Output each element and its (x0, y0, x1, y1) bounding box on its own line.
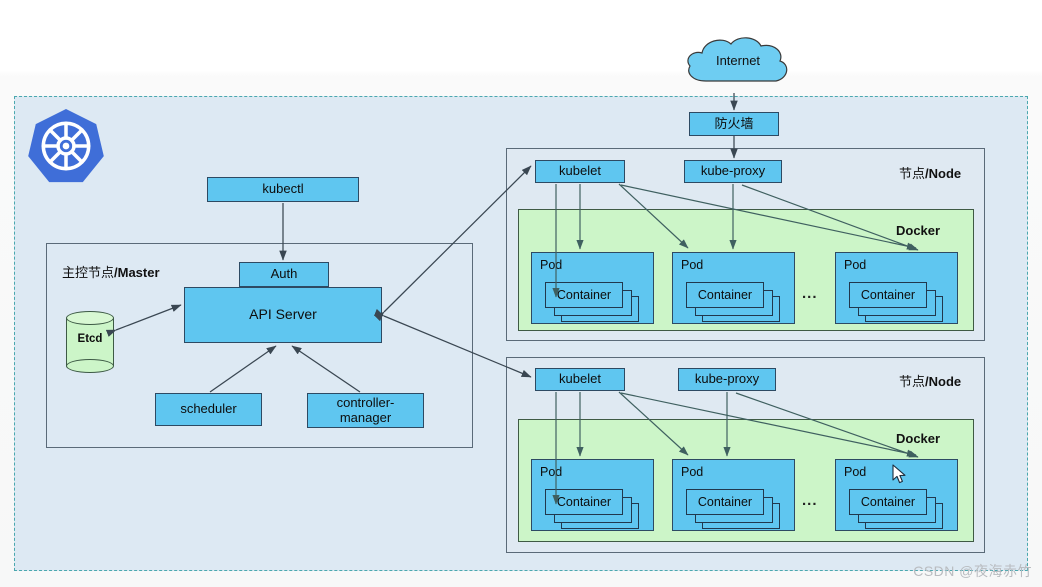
auth-label: Auth (270, 266, 298, 282)
node-1-pod-1-container-stack[interactable]: Container (543, 280, 639, 322)
node-1-kube-proxy-label: kube-proxy (700, 163, 766, 179)
node-2-pod-2-container: Container (686, 489, 764, 515)
node-2-label: 节点/Node (899, 371, 961, 390)
node-2-pod-2-label: Pod (681, 465, 704, 479)
node-1-pod-3-container: Container (849, 282, 927, 308)
kubernetes-logo-icon (24, 104, 108, 188)
node-2-pod-1-label: Pod (540, 465, 563, 479)
node-2-docker-label: Docker (896, 431, 941, 446)
node-2-pod-3-container: Container (849, 489, 927, 515)
scheduler-label: scheduler (180, 401, 237, 417)
etcd-label: Etcd (77, 333, 103, 345)
node-1-kubelet-box[interactable]: kubelet (535, 160, 625, 183)
api-server-box[interactable]: API Server (184, 287, 382, 343)
node-2-kube-proxy-label: kube-proxy (694, 371, 760, 387)
controller-manager-box[interactable]: controller- manager (307, 393, 424, 428)
node-2-pod-3-label: Pod (844, 465, 867, 479)
node-2-pod-1[interactable]: Pod Container (531, 459, 654, 531)
node-2-pod-1-container: Container (545, 489, 623, 515)
node-2-pod-2-container-stack[interactable]: Container (684, 487, 780, 529)
node-1-kubelet-label: kubelet (559, 163, 601, 179)
node-1-pod-2-container-stack[interactable]: Container (684, 280, 780, 322)
node-1-label-cn: 节点 (899, 166, 926, 181)
node-1-pod-3-label: Pod (844, 258, 867, 272)
kubectl-label: kubectl (262, 181, 304, 197)
internet-label: Internet (715, 53, 761, 68)
auth-box[interactable]: Auth (239, 262, 329, 287)
node-1-pods-ellipsis: ... (802, 285, 818, 302)
internet-cloud: Internet (678, 33, 798, 95)
node-2-pod-2[interactable]: Pod Container (672, 459, 795, 531)
node-2-pod-3-container-stack[interactable]: Container (847, 487, 943, 529)
node-2-pod-1-container-stack[interactable]: Container (543, 487, 639, 529)
master-label-cn: 主控节点 (62, 265, 115, 280)
node-1-label: 节点/Node (899, 163, 961, 182)
watermark: CSDN @夜海赤竹 (913, 563, 1032, 579)
node-1-pod-2[interactable]: Pod Container (672, 252, 795, 324)
node-1-kube-proxy-box[interactable]: kube-proxy (684, 160, 782, 183)
master-label: 主控节点/Master (62, 262, 160, 281)
kubectl-box[interactable]: kubectl (207, 177, 359, 202)
node-1-pod-3-container-stack[interactable]: Container (847, 280, 943, 322)
node-1-label-en: /Node (925, 166, 962, 181)
controller-manager-label-line1: controller- (336, 394, 395, 410)
etcd-top (66, 311, 114, 325)
node-2-kube-proxy-box[interactable]: kube-proxy (678, 368, 776, 391)
node-1-pod-3[interactable]: Pod Container (835, 252, 958, 324)
etcd-cylinder[interactable]: Etcd (66, 311, 114, 373)
node-2-kubelet-label: kubelet (559, 371, 601, 387)
api-server-label: API Server (249, 306, 317, 323)
node-1-docker-label: Docker (896, 223, 941, 238)
scheduler-box[interactable]: scheduler (155, 393, 262, 426)
diagram-canvas: Internet 防火墙 主控节点/Master kubectl Auth AP… (0, 0, 1042, 587)
node-1-pod-1[interactable]: Pod Container (531, 252, 654, 324)
node-2-pods-ellipsis: ... (802, 492, 818, 509)
firewall-label: 防火墙 (714, 115, 754, 131)
node-2-kubelet-box[interactable]: kubelet (535, 368, 625, 391)
node-1-pod-2-container: Container (686, 282, 764, 308)
master-label-en: /Master (114, 265, 160, 280)
node-2-label-cn: 节点 (899, 374, 926, 389)
etcd-bottom (66, 359, 114, 373)
node-2-label-en: /Node (925, 374, 962, 389)
mouse-pointer-icon (892, 464, 906, 484)
node-1-pod-1-label: Pod (540, 258, 563, 272)
node-1-pod-2-label: Pod (681, 258, 704, 272)
controller-manager-label-line2: manager (339, 409, 392, 425)
firewall-box[interactable]: 防火墙 (689, 112, 779, 136)
node-1-pod-1-container: Container (545, 282, 623, 308)
